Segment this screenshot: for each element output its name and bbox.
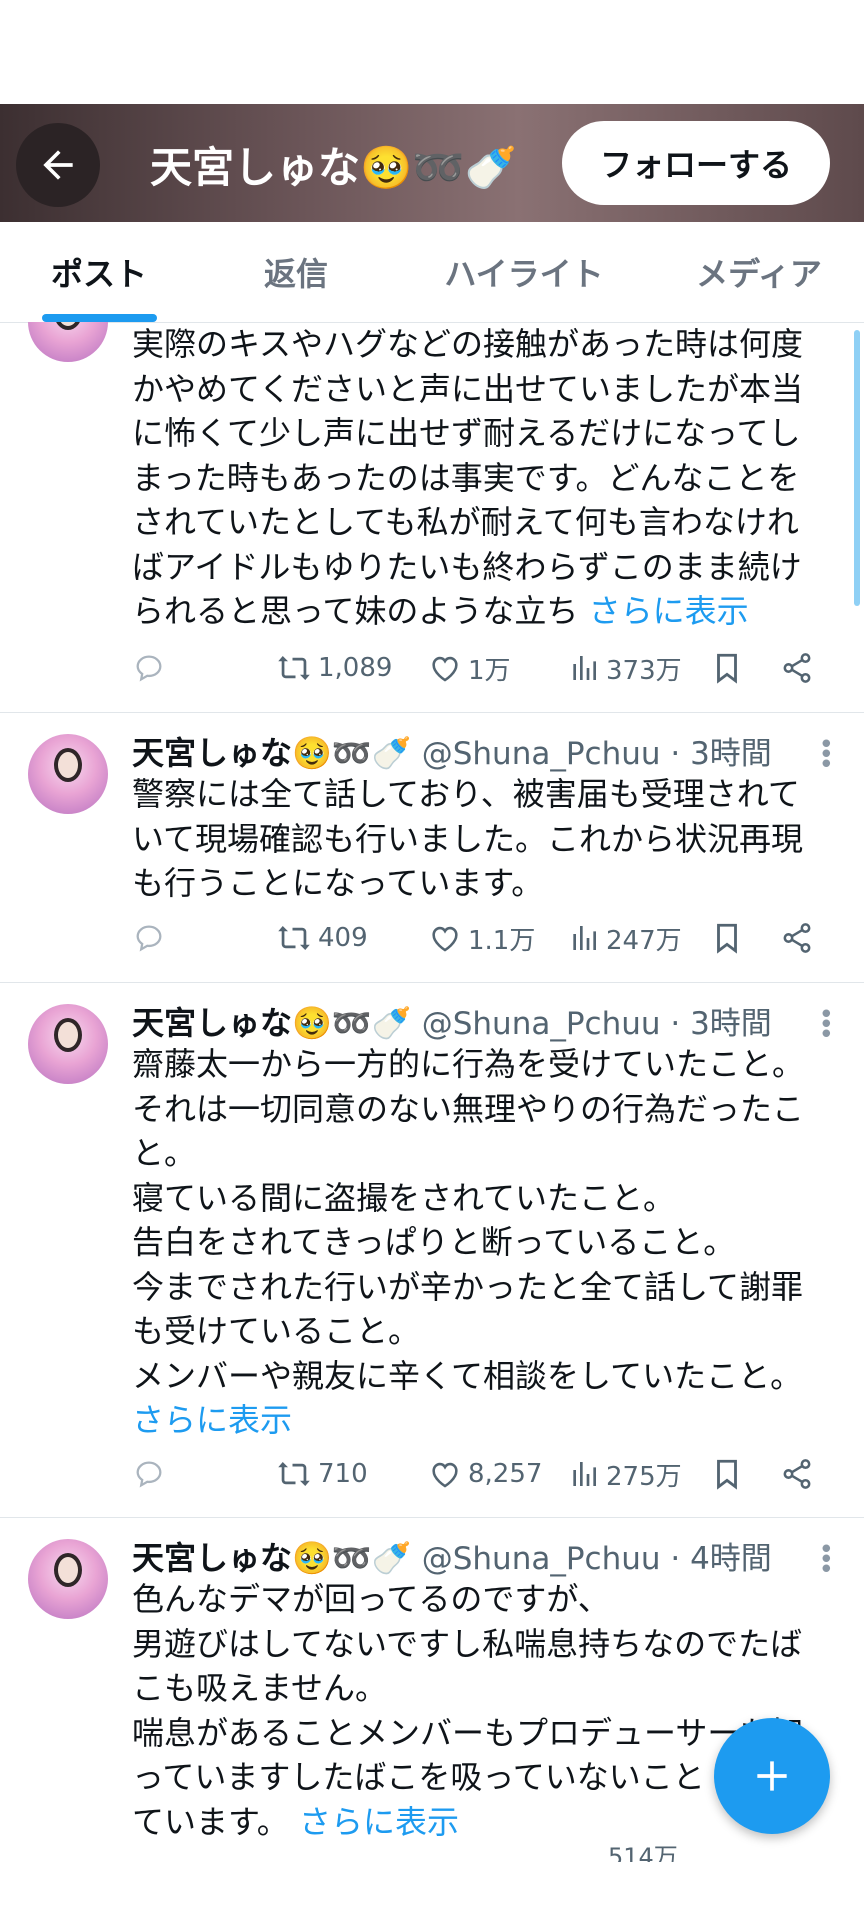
post-header: 天宮しゅな🥹➿🍼 @Shuna_Pchuu · 3時間 bbox=[132, 728, 772, 774]
like-count: 8,257 bbox=[468, 1459, 543, 1489]
like-count: 1.1万 bbox=[468, 925, 536, 956]
retweet-button[interactable]: 1,089 bbox=[276, 644, 392, 692]
author-name[interactable]: 天宮しゅな🥹➿🍼 bbox=[132, 1539, 412, 1577]
share-button[interactable] bbox=[780, 644, 814, 692]
post-header: 天宮しゅな🥹➿🍼 @Shuna_Pchuu · 3時間 bbox=[132, 998, 772, 1044]
post-actions: 710 8,257 275万 bbox=[132, 1450, 832, 1498]
reply-button[interactable] bbox=[132, 644, 166, 692]
more-options-icon[interactable]: • • • bbox=[819, 1537, 834, 1583]
retweet-icon bbox=[278, 1462, 310, 1486]
tab-posts[interactable]: ポスト bbox=[0, 222, 198, 322]
like-button[interactable]: 8,257 bbox=[428, 1450, 542, 1498]
author-name[interactable]: 天宮しゅな🥹➿🍼 bbox=[132, 734, 412, 772]
reply-button[interactable] bbox=[132, 914, 166, 962]
share-icon bbox=[783, 923, 811, 953]
profile-header: 天宮しゅな🥹➿🍼 フォローする bbox=[0, 104, 864, 222]
bookmark-icon bbox=[717, 653, 737, 684]
view-count: 247万 bbox=[606, 925, 682, 956]
view-count: 373万 bbox=[606, 655, 682, 686]
bar-chart-icon bbox=[573, 656, 596, 680]
tab-label: 返信 bbox=[263, 255, 328, 293]
active-tab-indicator bbox=[42, 314, 157, 322]
avatar[interactable] bbox=[28, 322, 108, 362]
tab-replies[interactable]: 返信 bbox=[198, 222, 394, 322]
like-button[interactable]: 1.1万 bbox=[428, 914, 535, 962]
views-button[interactable]: 373万 bbox=[568, 644, 682, 692]
more-options-icon[interactable]: • • • bbox=[819, 1002, 834, 1048]
post-text: 齋藤太一から一方的に行為を受けていたこと。 それは一切同意のない無理やりの行為だ… bbox=[132, 1042, 844, 1443]
author-name[interactable]: 天宮しゅな🥹➿🍼 bbox=[132, 1004, 412, 1042]
post-feed: 実際のキスやハグなどの接触があった時は何度 かやめてくださいと声に出せていました… bbox=[0, 322, 864, 1862]
view-count: 514万 bbox=[608, 1843, 678, 1862]
retweet-count: 710 bbox=[318, 1459, 368, 1489]
tab-label: ハイライト bbox=[444, 255, 604, 293]
heart-icon bbox=[432, 1462, 458, 1488]
post-body: 実際のキスやハグなどの接触があった時は何度 かやめてくださいと声に出せていました… bbox=[132, 325, 804, 630]
bar-chart-icon bbox=[573, 926, 596, 950]
scrollbar[interactable] bbox=[854, 330, 860, 606]
views-button[interactable]: 275万 bbox=[568, 1450, 682, 1498]
show-more-link[interactable]: さらに表示 bbox=[589, 592, 749, 630]
comment-icon bbox=[136, 925, 162, 952]
post[interactable]: 天宮しゅな🥹➿🍼 @Shuna_Pchuu · 3時間 • • • 齋藤太一から一方… bbox=[0, 982, 864, 1518]
bar-chart-icon bbox=[573, 1462, 596, 1486]
post-actions: 409 1.1万 247万 bbox=[132, 914, 832, 962]
bookmark-button[interactable] bbox=[710, 1450, 744, 1498]
tab-highlights[interactable]: ハイライト bbox=[394, 222, 654, 322]
arrow-left-icon bbox=[43, 150, 73, 180]
avatar[interactable] bbox=[28, 1004, 108, 1084]
bookmark-icon bbox=[717, 923, 737, 954]
follow-button[interactable]: フォローする bbox=[562, 121, 830, 205]
bookmark-button[interactable] bbox=[710, 914, 744, 962]
share-button[interactable] bbox=[780, 914, 814, 962]
profile-tabs: ポスト 返信 ハイライト メディア bbox=[0, 222, 864, 323]
retweet-count: 409 bbox=[318, 923, 368, 953]
tab-media[interactable]: メディア bbox=[654, 222, 864, 322]
post-actions: 1,089 1万 373万 bbox=[132, 644, 832, 692]
retweet-count: 1,089 bbox=[318, 653, 393, 683]
post-text: 実際のキスやハグなどの接触があった時は何度 かやめてくださいと声に出せていました… bbox=[132, 322, 844, 634]
author-handle-time: @Shuna_Pchuu · 3時間 bbox=[421, 736, 772, 772]
comment-icon bbox=[136, 655, 162, 682]
avatar[interactable] bbox=[28, 1539, 108, 1619]
tab-label: ポスト bbox=[50, 255, 147, 293]
author-handle-time: @Shuna_Pchuu · 3時間 bbox=[421, 1006, 772, 1042]
bookmark-icon bbox=[717, 1459, 737, 1490]
back-button[interactable] bbox=[16, 123, 100, 207]
share-icon bbox=[783, 1459, 811, 1489]
compose-button[interactable] bbox=[714, 1718, 830, 1834]
bookmark-button[interactable] bbox=[710, 644, 744, 692]
retweet-button[interactable]: 710 bbox=[276, 1450, 368, 1498]
heart-icon bbox=[432, 926, 458, 952]
avatar[interactable] bbox=[28, 734, 108, 814]
comment-icon bbox=[136, 1461, 162, 1488]
retweet-button[interactable]: 409 bbox=[276, 914, 368, 962]
post-header: 天宮しゅな🥹➿🍼 @Shuna_Pchuu · 4時間 bbox=[132, 1533, 772, 1579]
share-button[interactable] bbox=[780, 1450, 814, 1498]
reply-button[interactable] bbox=[132, 1450, 166, 1498]
post[interactable]: 実際のキスやハグなどの接触があった時は何度 かやめてくださいと声に出せていました… bbox=[0, 322, 864, 713]
like-button[interactable]: 1万 bbox=[428, 644, 511, 692]
plus-icon bbox=[757, 1761, 787, 1791]
heart-icon bbox=[432, 656, 458, 682]
post-body: 色んなデマが回ってるのですが、 男遊びはしてないですし私喘息持ちなのでたば こも… bbox=[132, 1580, 804, 1841]
retweet-icon bbox=[278, 656, 310, 680]
retweet-icon bbox=[278, 926, 310, 950]
more-options-icon[interactable]: • • • bbox=[819, 732, 834, 778]
like-count: 1万 bbox=[468, 655, 511, 686]
show-more-link[interactable]: さらに表示 bbox=[132, 1401, 292, 1439]
share-icon bbox=[783, 653, 811, 683]
view-count: 275万 bbox=[606, 1461, 682, 1492]
author-handle-time: @Shuna_Pchuu · 4時間 bbox=[421, 1541, 772, 1577]
post-body: 齋藤太一から一方的に行為を受けていたこと。 それは一切同意のない無理やりの行為だ… bbox=[132, 1045, 805, 1395]
views-button[interactable]: 247万 bbox=[568, 914, 682, 962]
tab-label: メディア bbox=[696, 255, 822, 293]
show-more-link[interactable]: さらに表示 bbox=[299, 1803, 459, 1841]
page-title: 天宮しゅな🥹➿🍼 bbox=[150, 143, 517, 192]
status-bar-area bbox=[0, 0, 864, 104]
post[interactable]: 天宮しゅな🥹➿🍼 @Shuna_Pchuu · 3時間 • • • 警察には全て話し… bbox=[0, 712, 864, 983]
post-text: 警察には全て話しており、被害届も受理されて いて現場確認も行いました。これから状… bbox=[132, 775, 804, 902]
